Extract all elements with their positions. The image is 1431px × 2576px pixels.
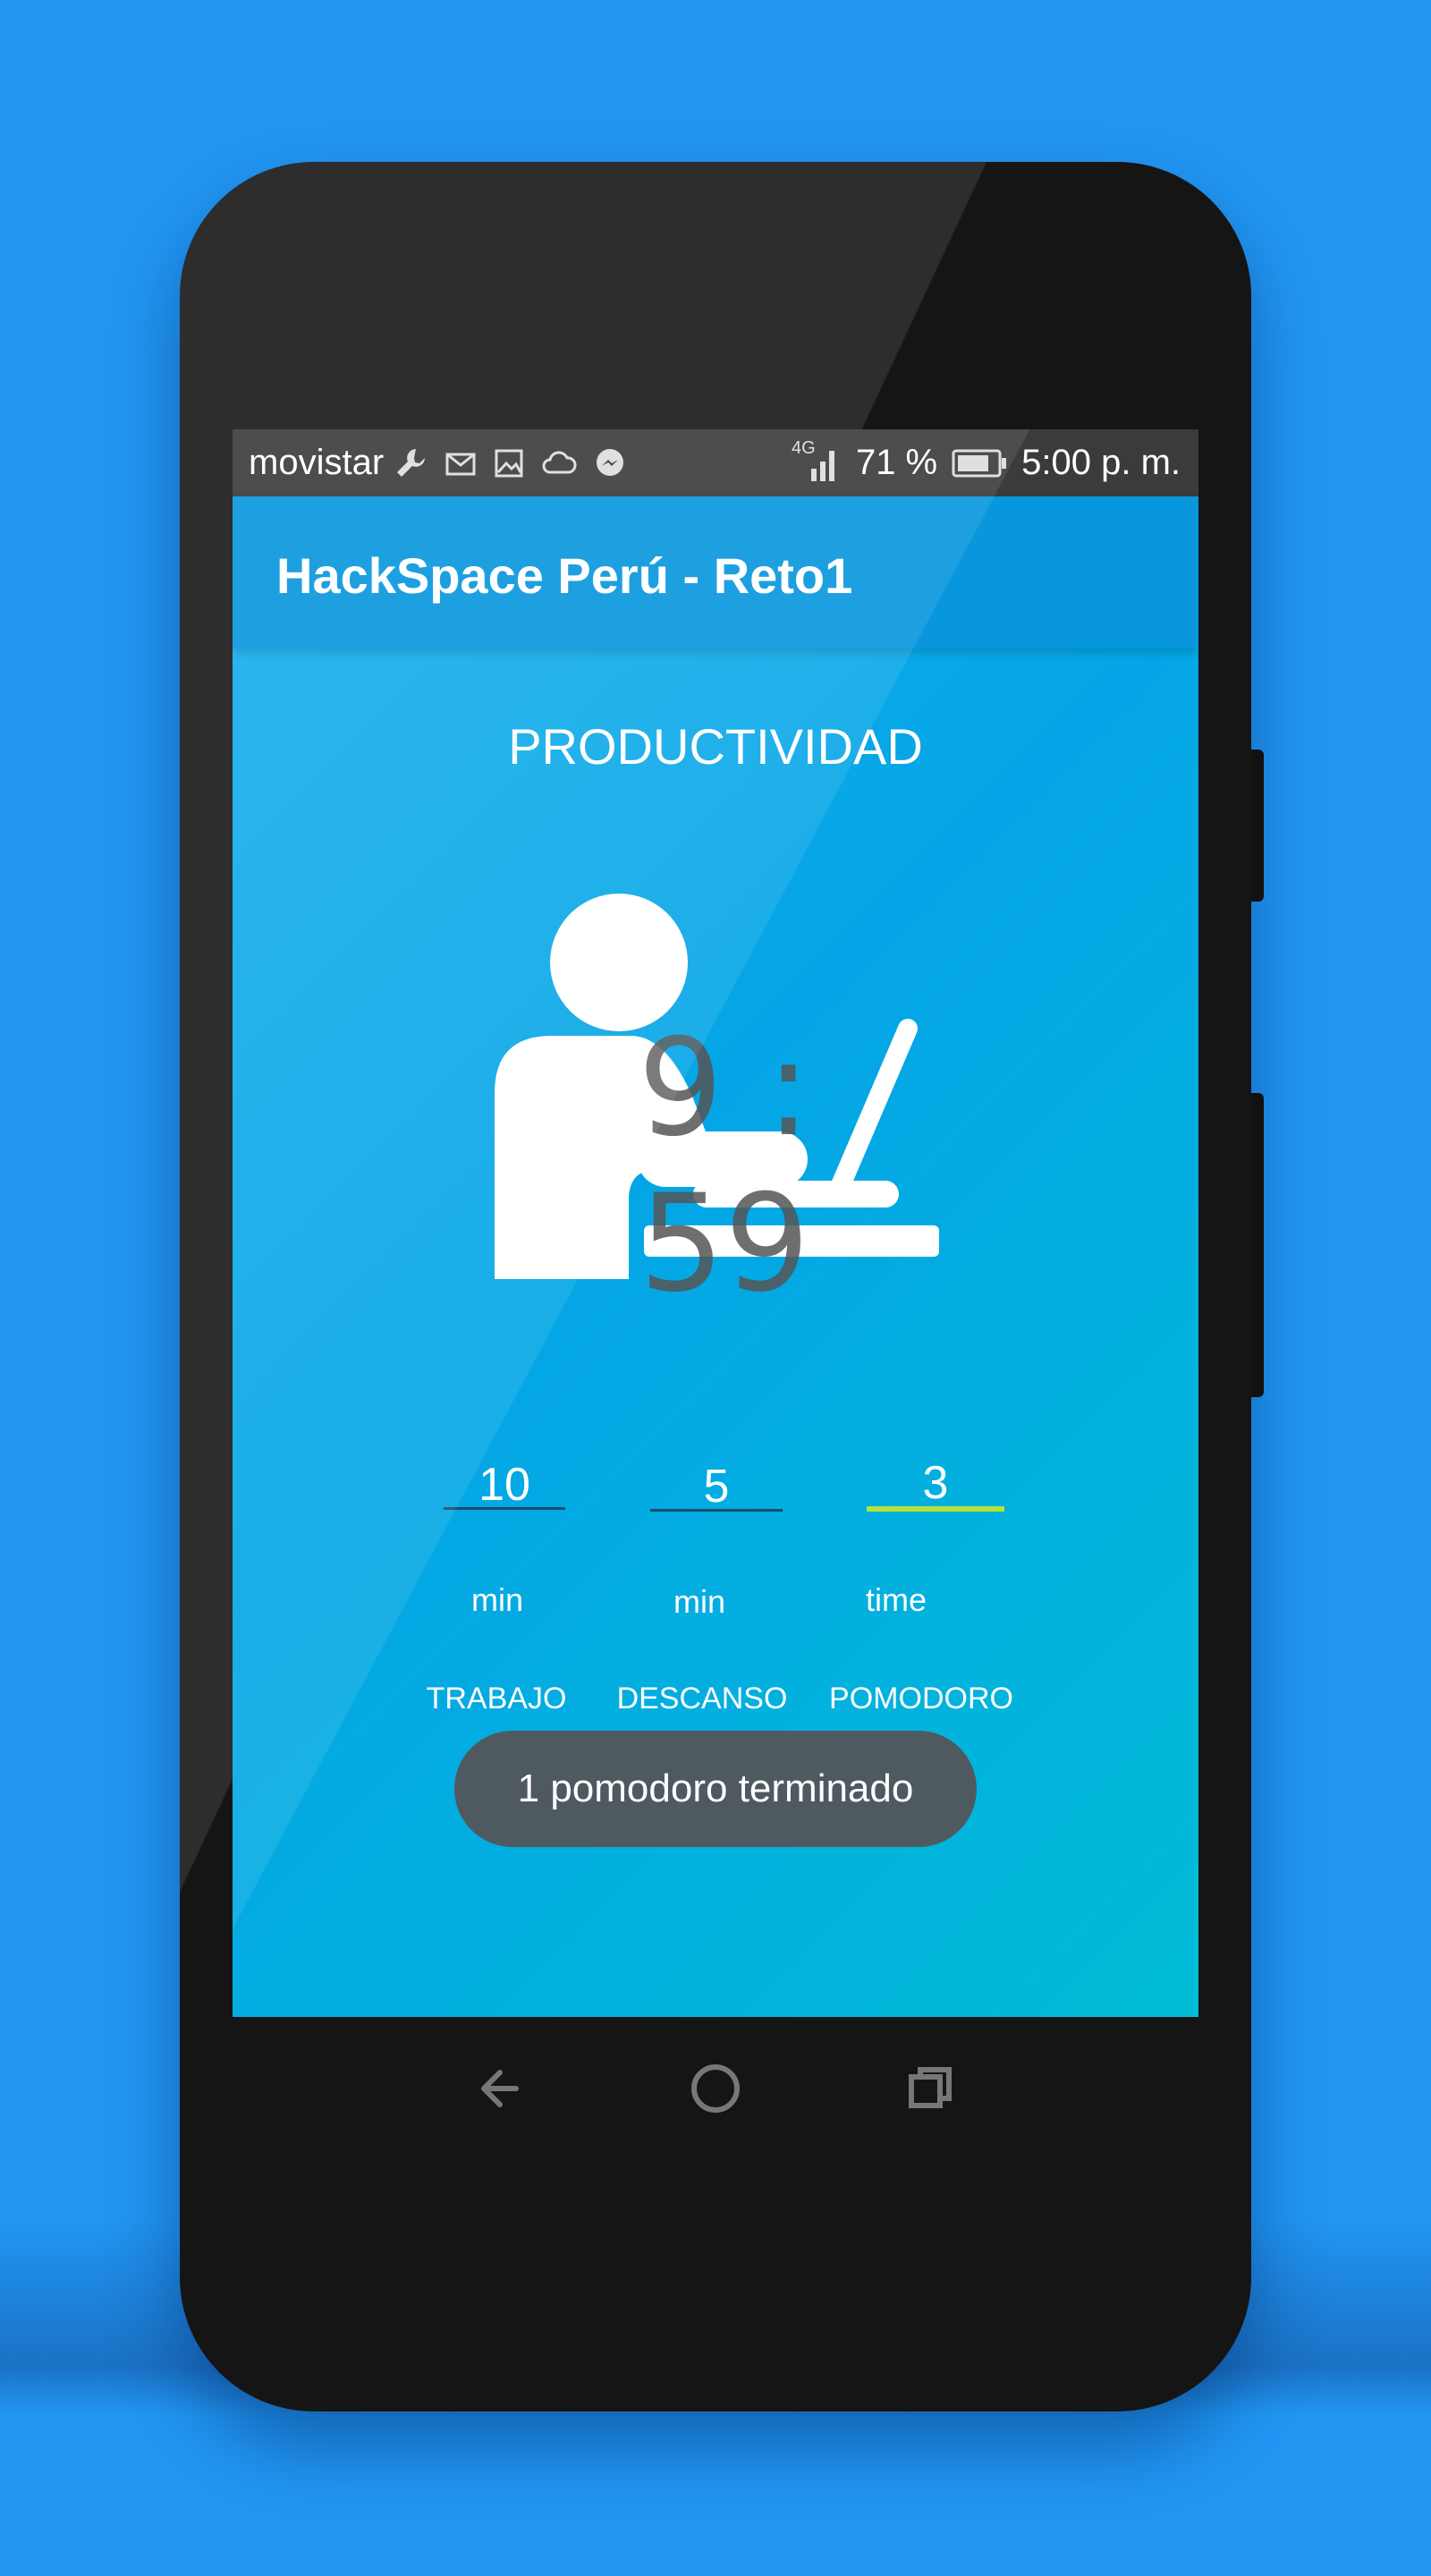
pomodoro-count-value: 3: [922, 1457, 949, 1509]
work-input-underline: [444, 1507, 565, 1510]
work-minutes-value: 10: [478, 1459, 530, 1511]
pomodoro-unit: time: [865, 1581, 927, 1618]
status-bar: movistar 4G 71 % 5:00 p. m.: [233, 429, 1198, 496]
mail-icon: [445, 453, 476, 475]
countdown-timer: 9 : 59: [638, 1011, 811, 1322]
image-icon: [495, 449, 523, 477]
status-right: 4G 71 % 5:00 p. m.: [792, 438, 1181, 483]
work-unit: min: [470, 1581, 523, 1618]
volume-button: [1251, 750, 1264, 902]
power-button: [1251, 1093, 1264, 1397]
toast-message: 1 pomodoro terminado: [454, 1731, 977, 1847]
page-heading: PRODUCTIVIDAD: [508, 718, 923, 775]
work-label: TRABAJO: [426, 1682, 567, 1716]
nav-bar: [180, 2017, 1251, 2169]
break-minutes-input[interactable]: 5: [650, 1460, 783, 1513]
cloud-icon: [542, 450, 577, 473]
signal-icon: 4G: [792, 438, 842, 483]
wrench-icon: [397, 448, 426, 477]
pomodoro-count-input[interactable]: 3: [867, 1456, 1004, 1512]
break-minutes-value: 5: [703, 1461, 730, 1513]
pomodoro-input-underline: [867, 1506, 1004, 1512]
messenger-icon: [597, 448, 624, 476]
clock: 5:00 p. m.: [1021, 443, 1181, 482]
pomodoro-label: POMODORO: [829, 1682, 1013, 1716]
app-title: HackSpace Perú - Reto1: [276, 547, 853, 604]
app-screen: movistar 4G 71 % 5:00 p. m. HackSpace Pe…: [233, 429, 1198, 2017]
battery-percent: 71 %: [855, 443, 938, 482]
break-unit: min: [673, 1583, 725, 1620]
notification-icons: [393, 445, 627, 481]
app-bar: HackSpace Perú - Reto1: [233, 496, 1198, 648]
carrier-name: movistar: [249, 443, 385, 482]
battery-icon: [952, 449, 1007, 477]
recents-icon[interactable]: [890, 2048, 970, 2129]
work-minutes-input[interactable]: 10: [444, 1458, 565, 1511]
break-label: DESCANSO: [616, 1682, 788, 1716]
back-icon[interactable]: [461, 2048, 541, 2129]
home-icon[interactable]: [675, 2048, 756, 2129]
break-input-underline: [650, 1509, 783, 1512]
